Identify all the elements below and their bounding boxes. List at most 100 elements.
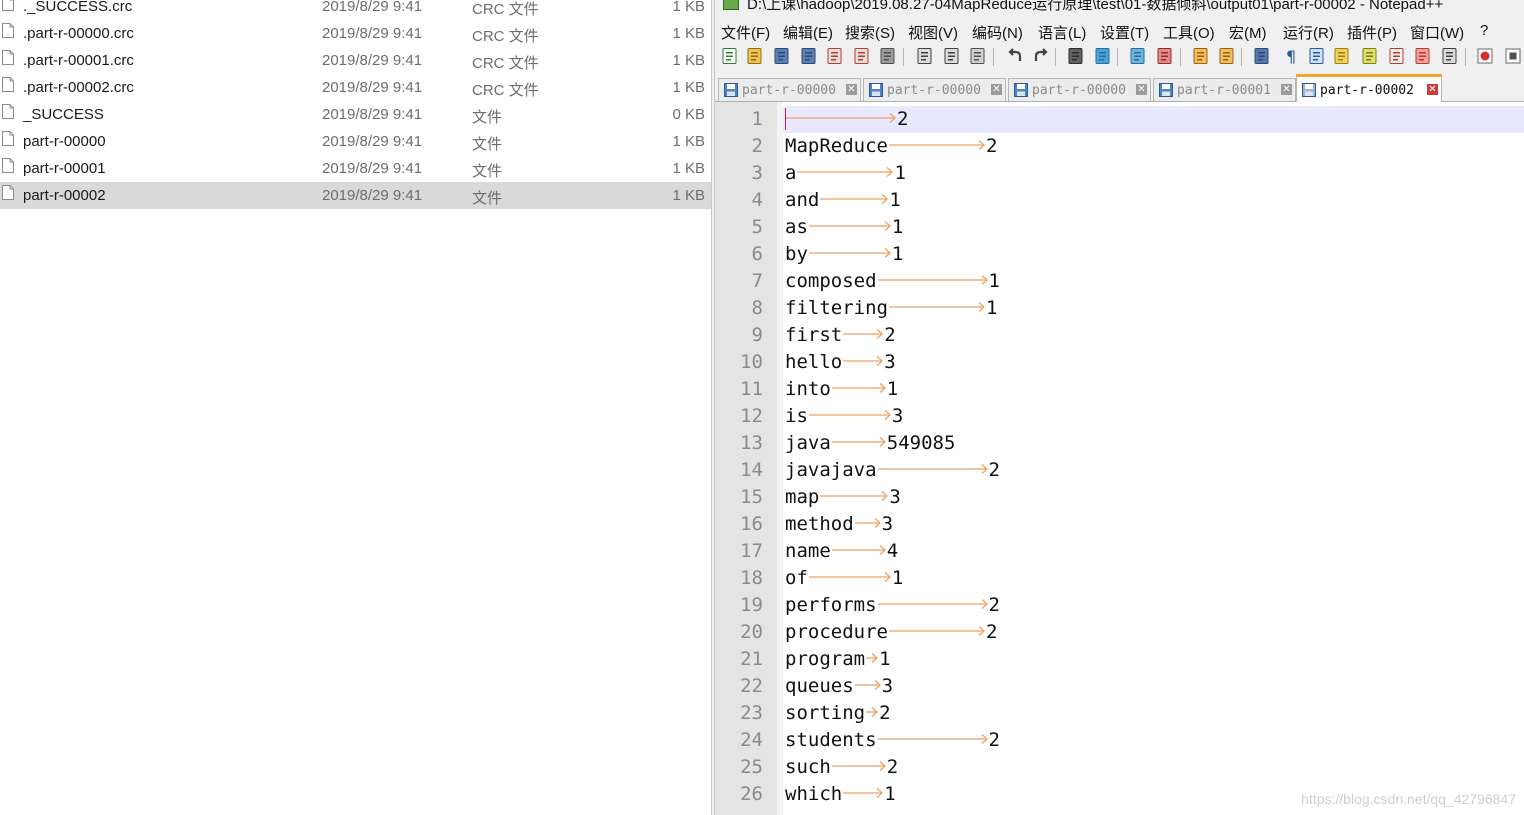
count-text: 1 (891, 243, 904, 265)
file-row[interactable]: ._SUCCESS.crc 2019/8/29 9:41 CRC 文件 1 KB (0, 0, 711, 20)
floppy-save-icon (1014, 83, 1028, 97)
line-number: 19 (740, 594, 763, 616)
tab-arrow-icon (785, 112, 897, 124)
editor-line: 23 sorting 2 (715, 700, 1524, 727)
tab-arrow-icon (831, 436, 887, 448)
new-file-icon[interactable] (720, 46, 740, 66)
replace-icon[interactable] (1093, 46, 1113, 66)
document-tab[interactable]: part-r-00002 ✕ (1296, 74, 1442, 102)
cut-icon[interactable] (915, 46, 935, 66)
word-text: java (785, 432, 831, 454)
tab-close-icon[interactable]: ✕ (1281, 84, 1292, 95)
word-text: first (785, 324, 843, 346)
line-text: name 4 (785, 540, 898, 562)
menu-item[interactable]: 语言(L) (1038, 22, 1086, 43)
function-list-icon[interactable] (1360, 46, 1380, 66)
save-icon[interactable] (772, 46, 792, 66)
tab-close-icon[interactable]: ✕ (846, 84, 857, 95)
editor-line: 19 performs 2 (715, 592, 1524, 619)
zoom-in-icon[interactable] (1128, 46, 1148, 66)
word-text: as (785, 216, 808, 238)
menu-item[interactable]: 设置(T) (1100, 22, 1149, 43)
show-all-chars-icon[interactable]: ¶ (1280, 46, 1300, 66)
eye-icon[interactable] (1440, 46, 1460, 66)
file-row[interactable]: part-r-00000 2019/8/29 9:41 文件 1 KB (0, 128, 711, 155)
file-row[interactable]: .part-r-00001.crc 2019/8/29 9:41 CRC 文件 1 K… (0, 47, 711, 74)
tab-close-icon[interactable]: ✕ (1427, 84, 1438, 95)
count-text: 2 (985, 135, 998, 157)
doc-map-icon[interactable] (1332, 46, 1352, 66)
open-file-icon[interactable] (745, 46, 765, 66)
file-row[interactable]: part-r-00001 2019/8/29 9:41 文件 1 KB (0, 155, 711, 182)
file-icon (2, 50, 14, 65)
tab-arrow-icon (888, 139, 986, 151)
file-row[interactable]: .part-r-00000.crc 2019/8/29 9:41 CRC 文件 1 K… (0, 20, 711, 47)
sync-horizontal-icon[interactable] (1217, 46, 1237, 66)
close-all-icon[interactable] (852, 46, 872, 66)
line-number: 6 (751, 243, 763, 265)
count-text: 2 (988, 459, 1000, 481)
line-text: method 3 (785, 513, 893, 535)
menu-item[interactable]: 视图(V) (908, 22, 958, 43)
document-tab[interactable]: part-r-00000 ✕ (1008, 78, 1151, 101)
menu-bar: 文件(F) 编辑(E) 搜索(S) 视图(V) 编码(N) 语言(L) 设置(T) 工具(O)… (715, 19, 1524, 43)
count-text: 2 (884, 324, 896, 346)
document-tab[interactable]: part-r-00000 ✕ (718, 78, 861, 101)
count-text: 2 (886, 756, 899, 778)
document-tab[interactable]: part-r-00000 ✕ (863, 78, 1006, 101)
tab-arrow-icon (819, 193, 889, 205)
close-icon[interactable] (825, 46, 845, 66)
editor-line: 11 into 1 (715, 376, 1524, 403)
line-text: performs 2 (785, 594, 1000, 616)
floppy-save-icon (724, 83, 738, 97)
print-icon[interactable] (878, 46, 898, 66)
line-number: 17 (740, 540, 763, 562)
menu-item[interactable]: 文件(F) (721, 22, 770, 43)
file-type: 文件 (472, 190, 503, 207)
menu-item[interactable]: 工具(O) (1163, 22, 1215, 43)
folder-workspace-icon[interactable] (1387, 46, 1407, 66)
file-name: .part-r-00002.crc (23, 79, 134, 96)
save-all-icon[interactable] (799, 46, 819, 66)
record-macro-icon[interactable] (1475, 46, 1495, 66)
menu-item[interactable]: 搜索(S) (845, 22, 895, 43)
file-type: CRC 文件 (472, 28, 539, 45)
stop-record-icon[interactable] (1503, 46, 1523, 66)
toolbar-separator (1241, 48, 1242, 66)
menu-item[interactable]: ? (1480, 22, 1488, 39)
line-text: javajava 2 (785, 459, 1000, 481)
file-size: 1 KB (672, 79, 705, 96)
sync-vertical-icon[interactable] (1191, 46, 1211, 66)
text-editor[interactable]: 1 2 2 MapReduce 2 3 a 1 4 and 1 5 as 1 6 by 1 7 composed 1 8… (715, 102, 1524, 815)
indent-guide-icon[interactable] (1307, 46, 1327, 66)
tab-close-icon[interactable]: ✕ (1136, 84, 1147, 95)
line-number: 12 (740, 405, 763, 427)
menu-item[interactable]: 宏(M) (1229, 22, 1267, 43)
paste-icon[interactable] (968, 46, 988, 66)
monitoring-icon[interactable] (1413, 46, 1433, 66)
file-name: part-r-00002 (23, 187, 106, 204)
line-text: map 3 (785, 486, 901, 508)
file-row[interactable]: .part-r-00002.crc 2019/8/29 9:41 CRC 文件 1 K… (0, 74, 711, 101)
find-icon[interactable] (1066, 46, 1086, 66)
document-tab[interactable]: part-r-00001 ✕ (1153, 78, 1296, 101)
file-row[interactable]: part-r-00002 2019/8/29 9:41 文件 1 KB (0, 182, 711, 209)
menu-item[interactable]: 编辑(E) (783, 22, 833, 43)
copy-icon[interactable] (942, 46, 962, 66)
menu-item[interactable]: 窗口(W) (1410, 22, 1464, 43)
menu-item[interactable]: 运行(R) (1283, 22, 1334, 43)
watermark: https://blog.csdn.net/qq_42796847 (1301, 791, 1516, 807)
redo-icon[interactable] (1031, 46, 1051, 66)
tab-close-icon[interactable]: ✕ (991, 84, 1002, 95)
file-row[interactable]: _SUCCESS 2019/8/29 9:41 文件 0 KB (0, 101, 711, 128)
word-wrap-icon[interactable] (1252, 46, 1272, 66)
zoom-out-icon[interactable] (1155, 46, 1175, 66)
line-text: filtering 1 (785, 297, 997, 319)
word-text: procedure (785, 621, 888, 643)
menu-item[interactable]: 插件(P) (1347, 22, 1397, 43)
toolbar-separator (1465, 48, 1466, 66)
window-titlebar[interactable]: D:\上课\hadoop\2019.08.27-04MapReduce运行原理\… (715, 0, 1524, 13)
menu-item[interactable]: 编码(N) (972, 22, 1023, 43)
undo-icon[interactable] (1005, 46, 1025, 66)
line-text: which 1 (785, 783, 896, 805)
